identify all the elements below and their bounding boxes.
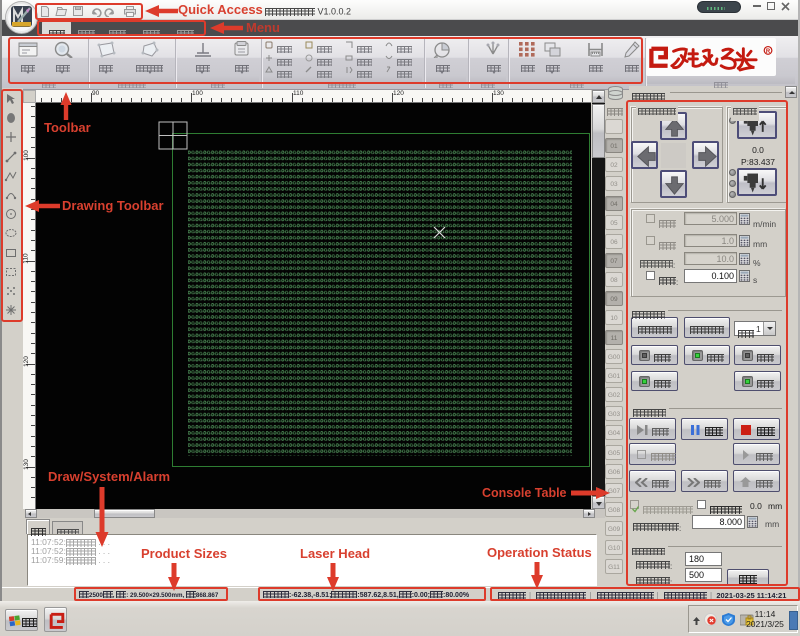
svg-text:R: R [766, 49, 771, 55]
